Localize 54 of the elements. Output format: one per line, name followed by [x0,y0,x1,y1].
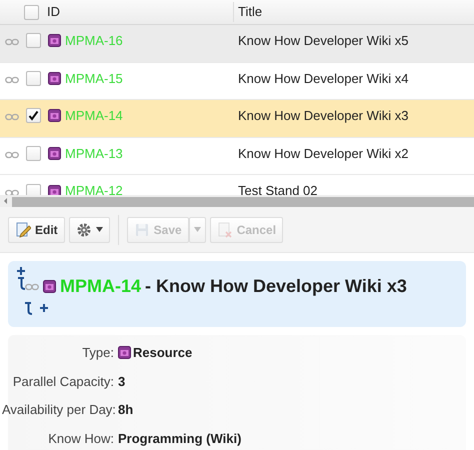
link-icon [5,151,19,160]
resource-icon [48,34,61,48]
grid-row[interactable]: MPMA-13 Know How Developer Wiki x2 [0,138,474,176]
resource-icon [48,184,61,195]
link-icon [5,38,19,46]
field-label: Parallel Capacity: [12,372,114,391]
field-value: Resource [133,344,192,362]
id-link[interactable]: MPMA-12 [65,181,123,195]
checkbox[interactable] [26,70,41,86]
plus-icon[interactable] [17,267,25,275]
grid-row[interactable]: MPMA-14 Know How Developer Wiki x3 [0,100,474,138]
column-header: ID [47,3,60,22]
field-value: Programming (Wiki) [118,430,242,448]
caret-icon [194,227,201,232]
gear-icon [76,222,92,238]
table-cell-text: Know How Developer Wiki x5 [237,32,409,50]
checkbox[interactable] [24,4,39,20]
record-title: - Know How Developer Wiki x3 [145,275,407,298]
id-link[interactable]: MPMA-15 [65,68,123,88]
table-cell-text: Know How Developer Wiki x4 [237,70,409,88]
resource-icon [48,72,61,85]
edit-button[interactable]: Edit [8,216,65,242]
checkbox[interactable] [26,108,41,124]
table-cell-text: Know How Developer Wiki x3 [237,107,409,126]
field-label: Availability per Day: [2,401,114,419]
resource-icon [48,147,61,160]
table-cell-text: Know How Developer Wiki x2 [237,144,409,163]
id-link[interactable]: MPMA-13 [65,144,123,164]
resource-icon [48,109,61,122]
link-icon [25,282,39,290]
plus-icon[interactable] [40,304,48,312]
field-label: Type: [81,344,114,362]
id-link[interactable]: MPMA-14 [65,106,123,126]
resource-icon [43,280,56,293]
save-icon [134,222,150,238]
id-link[interactable]: MPMA-16 [65,31,123,50]
link-icon [5,113,19,122]
record-id[interactable]: MPMA-14 [60,273,142,300]
link-icon [5,76,19,84]
link-icon [5,188,19,195]
settings-button[interactable] [68,216,110,242]
caret-icon [96,227,103,232]
grid-row[interactable]: MPMA-16 Know How Developer Wiki x5 [0,25,474,63]
checkbox[interactable] [26,146,41,162]
resource-icon [118,346,131,360]
field-label: Know How: [47,430,114,448]
field-value: 3 [118,372,126,390]
column-header: Title [233,2,262,22]
checkbox[interactable] [26,184,41,195]
checkbox[interactable] [26,33,41,48]
edit-icon [15,222,31,238]
horizontal-scrollbar[interactable] [0,195,474,207]
document-icon [216,222,233,238]
field-value: 8h [118,401,134,419]
